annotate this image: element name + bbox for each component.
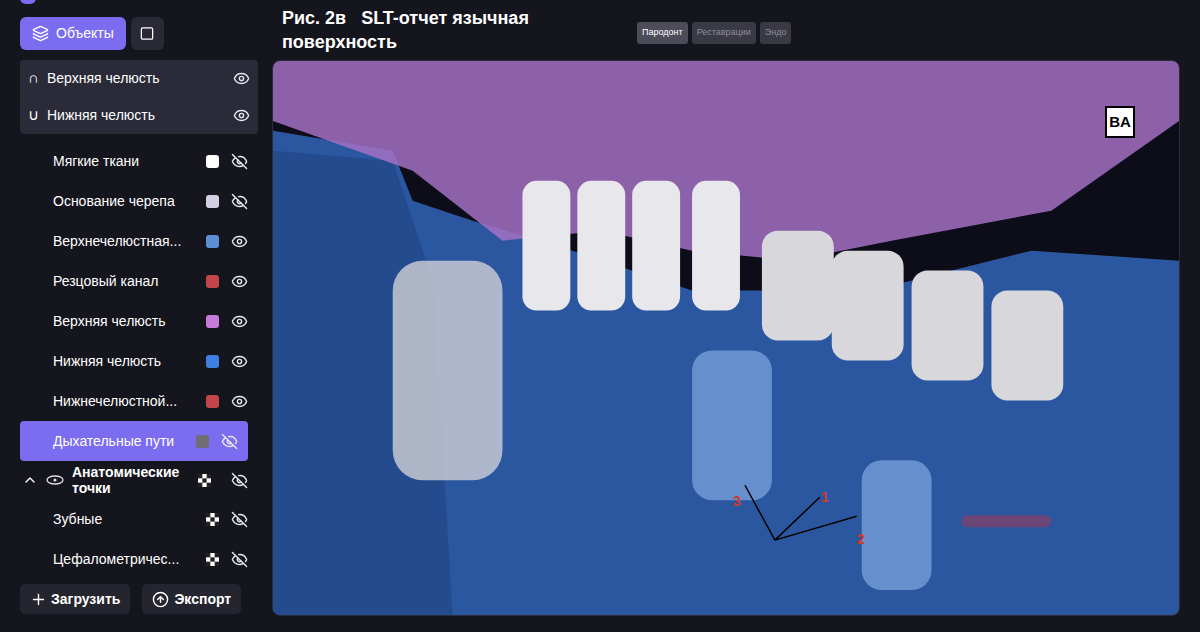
section-header[interactable]: Анатомические точки [20,461,258,499]
color-swatch[interactable] [206,235,219,248]
color-swatch[interactable] [206,155,219,168]
layers-icon [32,25,49,42]
jaw-group: ∩Верхняя челюсть∪Нижняя челюсть [20,60,258,134]
header: Рис. 2в SLT-отчет язычная поверхность Пар… [272,0,1180,60]
point-item[interactable]: Цефалометричес... [20,539,258,579]
sidebar: Объекты∩Верхняя челюсть∪Нижняя челюстьМя… [0,0,272,632]
eye-icon[interactable] [233,107,250,124]
eye-off-icon[interactable] [231,472,248,489]
eye-off-icon[interactable] [221,433,238,450]
eye-icon[interactable] [231,313,248,330]
tab[interactable]: Эндо [760,22,792,44]
app: Объекты∩Верхняя челюсть∪Нижняя челюстьМя… [0,0,1200,632]
layer-item[interactable]: Резцовый канал [20,261,258,301]
chevron-icon[interactable] [22,472,38,488]
jaw-group-item[interactable]: ∩Верхняя челюсть [20,60,258,97]
color-swatch[interactable] [196,435,209,448]
annotation-label: 2 [857,529,865,550]
upload-icon [152,591,169,608]
jaw-glyph: ∩ [28,67,42,90]
main: Рис. 2в SLT-отчет язычная поверхность Пар… [272,0,1200,632]
layer-item[interactable]: Нижняя челюсть [20,341,258,381]
plus-icon [30,591,47,608]
page-title: Рис. 2в SLT-отчет язычная поверхность [272,0,592,54]
eye-off-icon[interactable] [231,153,248,170]
color-swatch[interactable] [206,275,219,288]
layer-item[interactable]: Верхняя челюсть [20,301,258,341]
viewport[interactable]: 1 2 3 BA [272,60,1180,616]
color-swatch[interactable] [206,355,219,368]
annotation-label: 3 [733,491,741,512]
toolbar: Объекты [20,17,258,50]
layer-item[interactable]: Верхнечелюстная... [20,221,258,261]
checker-icon [206,553,219,566]
layer-item[interactable]: Нижнечелюстной... [20,381,258,421]
render-image [273,61,1179,615]
eye-off-icon[interactable] [231,193,248,210]
objects-button[interactable]: Объекты [20,17,126,50]
export-button[interactable]: Экспорт [142,584,241,614]
bottom-buttons: Загрузить Экспорт [20,584,258,614]
logo-icon [20,0,36,4]
point-item[interactable]: Зубные [20,499,258,539]
eye-icon[interactable] [231,393,248,410]
eye-off-icon[interactable] [231,551,248,568]
view-cube[interactable]: BA [1105,106,1135,138]
color-swatch[interactable] [206,195,219,208]
checker-icon [198,474,211,487]
eye-off-icon[interactable] [231,511,248,528]
jaw-glyph: ∪ [28,104,42,127]
eye-icon[interactable] [233,70,250,87]
layer-item[interactable]: Основание черепа [20,181,258,221]
annotation-label: 1 [821,487,829,508]
tabs: ПародонтРеставрацииЭндо [637,22,791,44]
checker-icon [206,513,219,526]
layer-item[interactable]: Дыхательные пути [20,421,248,461]
tab[interactable]: Пародонт [637,22,688,44]
tab[interactable]: Реставрации [692,22,756,44]
layer-list: Мягкие тканиОснование черепаВерхнечелюст… [20,141,258,579]
eye-icon[interactable] [231,353,248,370]
upload-button[interactable]: Загрузить [20,584,130,614]
view-button[interactable] [131,17,164,50]
color-swatch[interactable] [206,315,219,328]
jaw-group-item[interactable]: ∪Нижняя челюсть [20,97,258,134]
eye-icon[interactable] [231,273,248,290]
layer-item[interactable]: Мягкие ткани [20,141,258,181]
color-swatch[interactable] [206,395,219,408]
points-icon [46,474,64,486]
frame-icon [138,26,156,41]
eye-icon[interactable] [231,233,248,250]
